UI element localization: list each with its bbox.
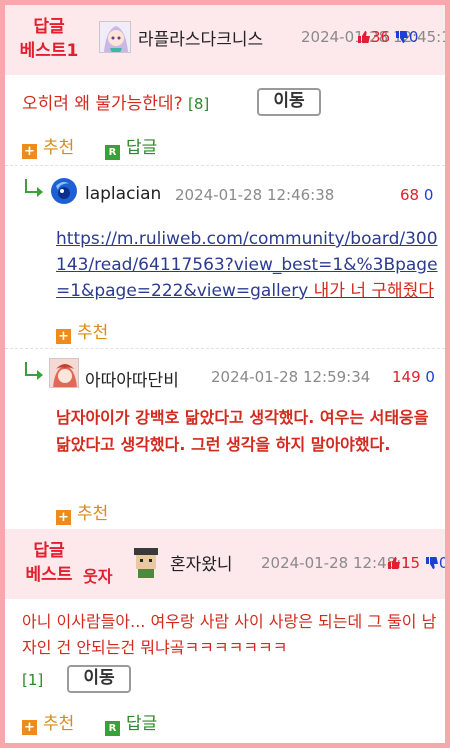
dislike-count: 0: [438, 554, 445, 572]
reply-icon: R: [105, 145, 120, 160]
move-button[interactable]: 이동: [257, 88, 321, 116]
vote-counts: 15 0: [387, 554, 445, 572]
recommend-label: 추천: [43, 714, 75, 734]
best-badge-line1: 답글: [33, 17, 65, 37]
plus-icon: +: [22, 144, 37, 159]
avatar[interactable]: [99, 21, 131, 53]
best-comment-header: 답글 베스트1 라플라스다크니스 2024-01-28 12:45:1 36 0: [5, 5, 445, 75]
dislike-count: 0: [408, 28, 419, 46]
avatar[interactable]: [131, 546, 161, 578]
plus-icon: +: [56, 329, 71, 344]
recommend-label: 추천: [43, 138, 75, 158]
avatar[interactable]: [49, 176, 79, 206]
comment-body: 오히려 왜 불가능한데?: [22, 94, 183, 114]
comment-note: 내가 너 구해줬다: [308, 281, 434, 301]
timestamp: 2024-01-28 12:59:34: [211, 368, 371, 386]
comment-text: 남자아이가 강백호 닮았다고 생각했다. 여우는 서태웅을 닮았다고 생각했다.…: [56, 408, 429, 454]
best-badge-line2: 베스트: [25, 565, 73, 585]
reply-count[interactable]: [8]: [188, 95, 209, 113]
recommend-button[interactable]: + 추천: [56, 499, 108, 525]
category-tag: 웃자: [83, 567, 113, 586]
divider: [5, 348, 445, 349]
recommend-button[interactable]: + 추천: [22, 133, 74, 159]
thumbs-up-icon[interactable]: [387, 556, 401, 570]
best-badge: 답글 베스트: [18, 539, 80, 587]
comment-link-block: https://m.ruliweb.com/community/board/30…: [56, 226, 439, 304]
comment-text: 오히려 왜 불가능한데? [8]: [22, 91, 209, 117]
vote-counts: 36 0: [357, 28, 418, 46]
timestamp: 2024-01-28 12:46:38: [175, 186, 335, 204]
best-badge-line1: 답글: [33, 541, 65, 561]
nickname[interactable]: 라플라스다크니스: [138, 25, 263, 50]
recommend-label: 추천: [77, 504, 109, 524]
best-badge: 답글 베스트1: [19, 15, 79, 63]
reply-count[interactable]: [1]: [22, 671, 43, 689]
thumbs-down-icon[interactable]: [395, 30, 409, 44]
avatar[interactable]: [49, 358, 79, 388]
thumbs-down-icon[interactable]: [425, 556, 439, 570]
best-badge-line2: 베스트1: [19, 41, 79, 61]
like-count: 68: [400, 186, 420, 204]
reply-icon: R: [105, 721, 120, 736]
like-count: 36: [371, 28, 391, 46]
nickname[interactable]: laplacian: [85, 184, 161, 204]
vote-counts: 68 0: [400, 186, 433, 204]
best-comment-header: 답글 베스트 웃자 혼자왔니 2024-01-28 12:48:1 15 0: [5, 529, 445, 599]
divider: [5, 165, 445, 166]
thumbs-up-icon[interactable]: [357, 30, 371, 44]
recommend-button[interactable]: + 추천: [56, 318, 108, 344]
reply-label: 답글: [126, 138, 158, 158]
reply-label: 답글: [126, 714, 158, 734]
reply-arrow-icon: [25, 179, 43, 197]
move-button[interactable]: 이동: [67, 665, 131, 693]
vote-counts: 149 0: [392, 368, 435, 386]
reply-button[interactable]: R 답글: [105, 133, 157, 160]
comment-text: 아니 이사람들아... 여우랑 사람 사이 사랑은 되는데 그 둘이 남자인 건…: [22, 612, 437, 657]
nickname[interactable]: 혼자왔니: [170, 550, 233, 575]
like-count: 149: [392, 368, 421, 386]
dislike-count: 0: [425, 368, 435, 386]
recommend-label: 추천: [77, 323, 109, 343]
nickname[interactable]: 아따아따단비: [85, 366, 179, 391]
plus-icon: +: [56, 510, 71, 525]
dislike-count: 0: [423, 186, 434, 204]
like-count: 15: [401, 554, 421, 572]
plus-icon: +: [22, 720, 37, 735]
reply-arrow-icon: [25, 362, 43, 380]
reply-button[interactable]: R 답글: [105, 709, 157, 736]
recommend-button[interactable]: + 추천: [22, 709, 74, 735]
comment-panel: 답글 베스트1 라플라스다크니스 2024-01-28 12:45:1 36 0: [5, 5, 445, 743]
